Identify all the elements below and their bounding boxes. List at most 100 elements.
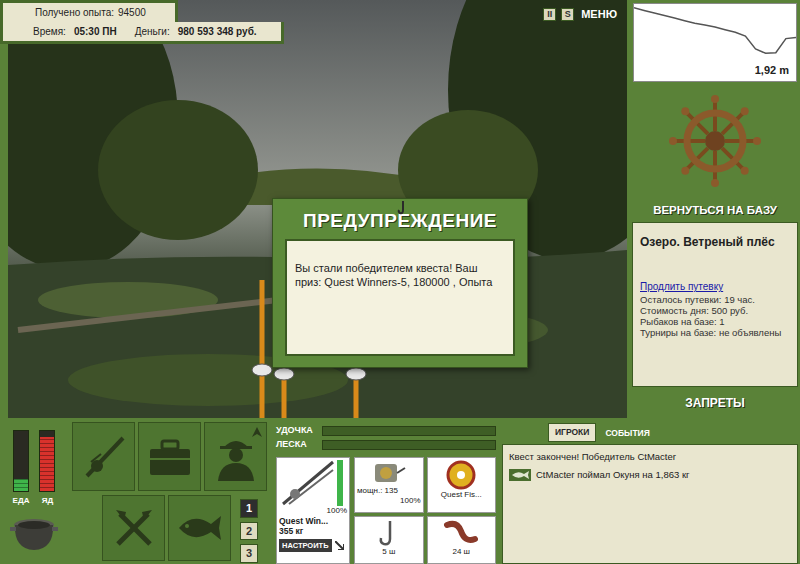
rod-card[interactable]: 100%Quest Win...355 кг НАСТРОИТЬ [276,457,350,564]
line-card[interactable]: Quest Fis... [427,457,497,513]
rod-name: Quest Win... [279,516,347,526]
experience-value: 94500 [118,5,146,20]
worm-icon [443,519,479,547]
lake-scene: II S МЕНЮ ПРЕДУПРЕЖДЕНИЕВы стали победителе… [8,0,627,418]
gear-cards: 100%Quest Win...355 кгНАСТРОИТЬмощн.: 13… [276,457,496,564]
hook-card[interactable]: 5 ш [354,516,424,564]
meter-label: ЕДА [13,495,30,507]
fish-button[interactable] [168,495,231,561]
rod-condition-fill [337,460,343,506]
bans-label: ЗАПРЕТЫ [685,394,745,412]
gear-panel: УДОЧКАЛЕСКА100%Quest Win...355 кгНАСТРОИ… [272,418,500,564]
rod-button[interactable] [72,422,135,491]
rod-card-top [279,460,347,506]
chat-tab[interactable]: ИГРОКИ [548,423,596,442]
reel-icon [371,460,407,486]
experience-row: Получено опыта: 94500 [0,0,178,22]
top-control-button[interactable]: II [543,8,556,21]
fish-icon [509,469,531,481]
location-name: Озеро. Ветреный плёс [640,233,790,251]
tackle-box-icon [146,437,194,477]
chat-panel: ИГРОКИСОБЫТИЯ Квест закончен! Победитель … [500,418,800,564]
chat-message-text: CtMacter поймал Окуня на 1,863 кг [536,469,690,481]
chat-message: CtMacter поймал Окуня на 1,863 кг [509,469,791,481]
depth-chart: 1,92 m [633,3,797,82]
line-name: Quest Fis... [441,490,482,500]
cooking-pot-icon [10,515,58,553]
game-screen: II S МЕНЮ ПРЕДУПРЕЖДЕНИЕВы стали победителе… [0,0,800,564]
time-label: Время: [33,24,66,39]
fisherman-button[interactable] [204,422,267,491]
money-value: 980 593 348 руб. [178,24,257,39]
chat-tabs: ИГРОКИСОБЫТИЯ [502,423,798,442]
tension-row: УДОЧКА [276,424,496,437]
slot-button[interactable]: 3 [240,544,258,563]
tension-label: ЛЕСКА [276,438,322,452]
actions-grid: 1 2 3 [68,418,272,564]
return-to-base-label: ВЕРНУТЬСЯ НА БАЗУ [653,202,777,219]
hook-icon [378,519,400,547]
setup-button[interactable]: НАСТРОИТЬ [279,539,332,552]
actions-row [72,422,272,491]
reel-power: мощн.: 135 [357,486,398,496]
extend-permit-link[interactable]: Продлить путевку [640,279,790,294]
experience-label: Получено опыта: [35,5,114,20]
ship-wheel-icon [667,93,763,189]
tension-track [322,426,496,436]
bottom-panel: ЕДАЯД123УДОЧКАЛЕСКА100%Quest Win...355 к… [0,418,800,564]
actions-row: 1 2 3 [72,495,272,563]
chat-messages: Квест закончен! Победитель CtMacter CtMac… [502,444,798,564]
meters-column: ЕДА ЯД [0,418,68,564]
reel-card[interactable]: мощн.: 135100% [354,457,424,513]
top-controls: II S МЕНЮ [543,6,619,23]
chat-tab[interactable]: СОБЫТИЯ [599,425,655,442]
money-label: Деньги: [135,24,170,39]
top-control-button[interactable]: S [561,8,574,21]
tension-row: ЛЕСКА [276,438,496,451]
bait-count: 24 ш [452,547,470,557]
setup-row: НАСТРОИТЬ [279,539,347,552]
hook-icon [397,201,409,215]
chat-message: Квест закончен! Победитель CtMacter [509,451,791,463]
location-line: Стоимость дня: 500 руб. [640,305,790,316]
meter-track [13,430,29,492]
spacer [72,495,102,563]
meter-label: ЯД [42,495,53,507]
rod-weight: 355 кг [279,526,347,536]
menu-button[interactable]: МЕНЮ [579,6,619,23]
rod-condition: 100% [279,506,347,516]
meter-track [39,430,55,492]
dialog-title: ПРЕДУПРЕЖДЕНИЕ [303,207,497,236]
meter-segments [40,437,54,491]
depth-reading: 1,92 m [754,62,790,79]
meter-fill [40,437,54,491]
chat-message-text: Квест закончен! Победитель CtMacter [509,451,676,463]
fork-knife-icon [112,506,156,550]
hook-count: 5 ш [382,547,395,557]
tension-label: УДОЧКА [276,424,322,438]
gear-items: мощн.: 135100% Quest Fis... 5 ш 24 ш [354,457,496,564]
fishing-line-icon [446,460,476,490]
tension-track [322,440,496,450]
location-line: Турниры на базе: не объявлены [640,327,790,338]
time-value: 05:30 ПН [74,24,117,39]
depth-profile-line [634,8,796,54]
fisherman-icon [214,433,258,481]
slot-button[interactable]: 1 [240,499,258,518]
food-button[interactable] [102,495,165,561]
bait-card[interactable]: 24 ш [427,516,497,564]
rod-icon [81,434,127,480]
meter-fill [14,479,28,491]
slot-button[interactable]: 2 [240,522,258,541]
reel-condition: 100% [400,496,420,506]
time-money-row: Время: 05:30 ПН Деньги: 980 593 348 руб. [0,22,284,44]
location-line: Осталось путевки: 19 час. [640,294,790,305]
meters: ЕДА ЯД [13,430,56,507]
return-to-base-button[interactable]: ВЕРНУТЬСЯ НА БАЗУ [630,200,800,222]
location-info: Озеро. Ветреный плёс Продлить путевкуОста… [632,222,798,387]
arrow-icon [252,427,262,437]
slot-selector: 1 2 3 [240,495,258,563]
bans-button[interactable]: ЗАПРЕТЫ [630,387,800,418]
warning-dialog: ПРЕДУПРЕЖДЕНИЕВы стали победителем квест… [272,198,528,368]
tackle-box-button[interactable] [138,422,201,491]
